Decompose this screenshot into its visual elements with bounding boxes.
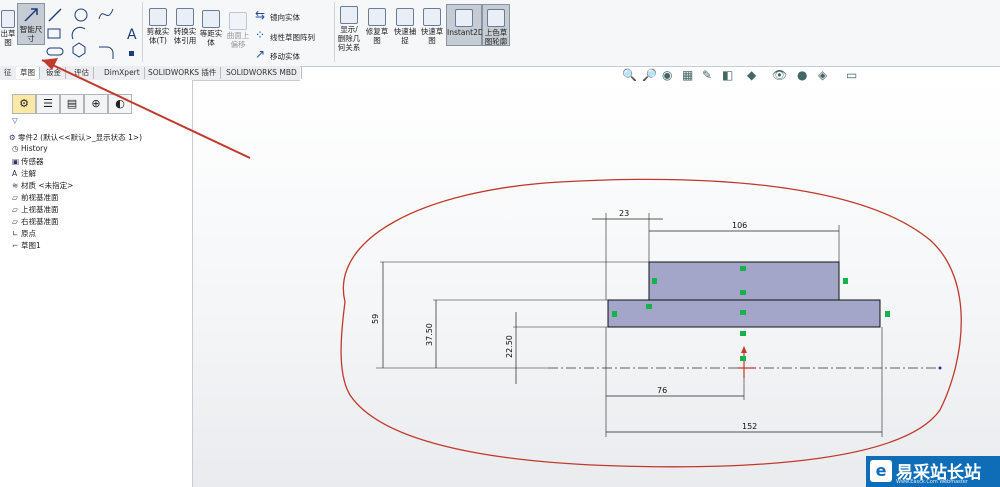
centerline-endpoint[interactable] [938, 366, 942, 370]
dim-height-mid[interactable]: 37.50 [425, 323, 434, 346]
annotation-arrow [41, 58, 251, 159]
watermark-subtitle: Www.Easck.Com Webmaster [896, 479, 968, 485]
origin-marker [738, 346, 756, 378]
dim-top-width[interactable]: 106 [732, 221, 747, 230]
dim-height-total[interactable]: 59 [371, 314, 380, 324]
watermark-logo-icon: e [870, 460, 892, 482]
dim-bottom-width[interactable]: 152 [742, 422, 757, 431]
dim-bottom-half[interactable]: 76 [657, 386, 667, 395]
sketch-drawing: 23 106 59 37.50 22.50 76 152 [41, 58, 962, 468]
watermark-logo: e 易采站长站 Www.Easck.Com Webmaster [866, 456, 1000, 487]
dim-height-low[interactable]: 22.50 [505, 335, 514, 358]
dim-top-left[interactable]: 23 [619, 209, 629, 218]
